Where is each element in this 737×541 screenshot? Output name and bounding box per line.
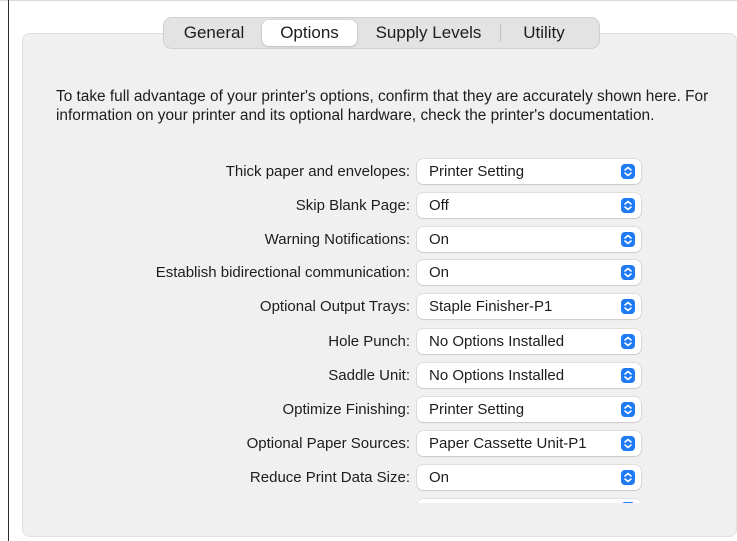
option-row-reduce-data-size: Reduce Print Data Size: On [0,464,737,491]
tab-utility[interactable]: Utility [501,20,587,46]
option-label: Warning Notifications: [264,231,410,248]
tab-general[interactable]: General [166,20,262,46]
popup-value: Printer Setting [429,163,525,180]
thick-paper-popup[interactable]: Printer Setting [417,159,641,184]
popup-value: On [429,231,450,248]
popup-value: Staple Finisher-P1 [429,298,553,315]
option-row-output-trays: Optional Output Trays: Staple Finisher-P… [0,293,737,320]
option-row-hole-punch: Hole Punch: No Options Installed [0,328,737,355]
saddle-unit-popup[interactable]: No Options Installed [417,363,641,388]
option-row-bidirectional: Establish bidirectional communication: O… [0,259,737,286]
tab-supply-levels[interactable]: Supply Levels [357,20,500,46]
warning-notifications-popup[interactable]: On [417,227,641,252]
tab-bar: General Options Supply Levels Utility [163,17,600,49]
skip-blank-page-popup[interactable]: Off [417,193,641,218]
chevron-up-down-icon [621,402,635,417]
option-row-skip-blank-page: Skip Blank Page: Off [0,192,737,219]
option-label: Optimize Finishing: [282,401,410,418]
window-top-edge [0,0,737,1]
chevron-up-down-icon [621,502,635,503]
tab-options[interactable]: Options [262,20,357,46]
popup-value: Off [429,197,449,214]
option-row-saddle-unit: Saddle Unit: No Options Installed [0,362,737,389]
option-row-paper-sources: Optional Paper Sources: Paper Cassette U… [0,430,737,457]
hole-punch-popup[interactable]: No Options Installed [417,329,641,354]
intro-text: To take full advantage of your printer's… [56,88,709,124]
output-trays-popup[interactable]: Staple Finisher-P1 [417,294,641,319]
chevron-up-down-icon [621,164,635,179]
chevron-up-down-icon [621,334,635,349]
bidirectional-communication-popup[interactable]: On [417,260,641,285]
option-label: Establish bidirectional communication: [155,264,410,281]
clipped-popup-body [417,499,641,503]
option-label: Optional Output Trays: [259,298,410,315]
popup-value: Paper Cassette Unit-P1 [429,435,587,452]
popup-value: On [429,469,450,486]
option-label: Skip Blank Page: [295,197,410,214]
optimize-finishing-popup[interactable]: Printer Setting [417,397,641,422]
option-row-warning-notifications: Warning Notifications: On [0,226,737,253]
reduce-data-size-popup[interactable]: On [417,465,641,490]
option-label: Thick paper and envelopes: [225,163,410,180]
popup-value: Printer Setting [429,401,525,418]
option-label: Hole Punch: [328,333,410,350]
chevron-up-down-icon [621,232,635,247]
option-label: Saddle Unit: [328,367,410,384]
popup-value: No Options Installed [429,333,565,350]
chevron-up-down-icon [621,265,635,280]
option-row-optimize-finishing: Optimize Finishing: Printer Setting [0,396,737,423]
option-row-thick-paper: Thick paper and envelopes: Printer Setti… [0,158,737,185]
chevron-up-down-icon [621,198,635,213]
popup-value: No Options Installed [429,367,565,384]
option-label: Reduce Print Data Size: [249,469,410,486]
chevron-up-down-icon [621,436,635,451]
chevron-up-down-icon [621,470,635,485]
clipped-popup[interactable] [417,497,641,503]
chevron-up-down-icon [621,368,635,383]
popup-value: On [429,264,450,281]
paper-sources-popup[interactable]: Paper Cassette Unit-P1 [417,431,641,456]
option-label: Optional Paper Sources: [246,435,410,452]
chevron-up-down-icon [621,299,635,314]
